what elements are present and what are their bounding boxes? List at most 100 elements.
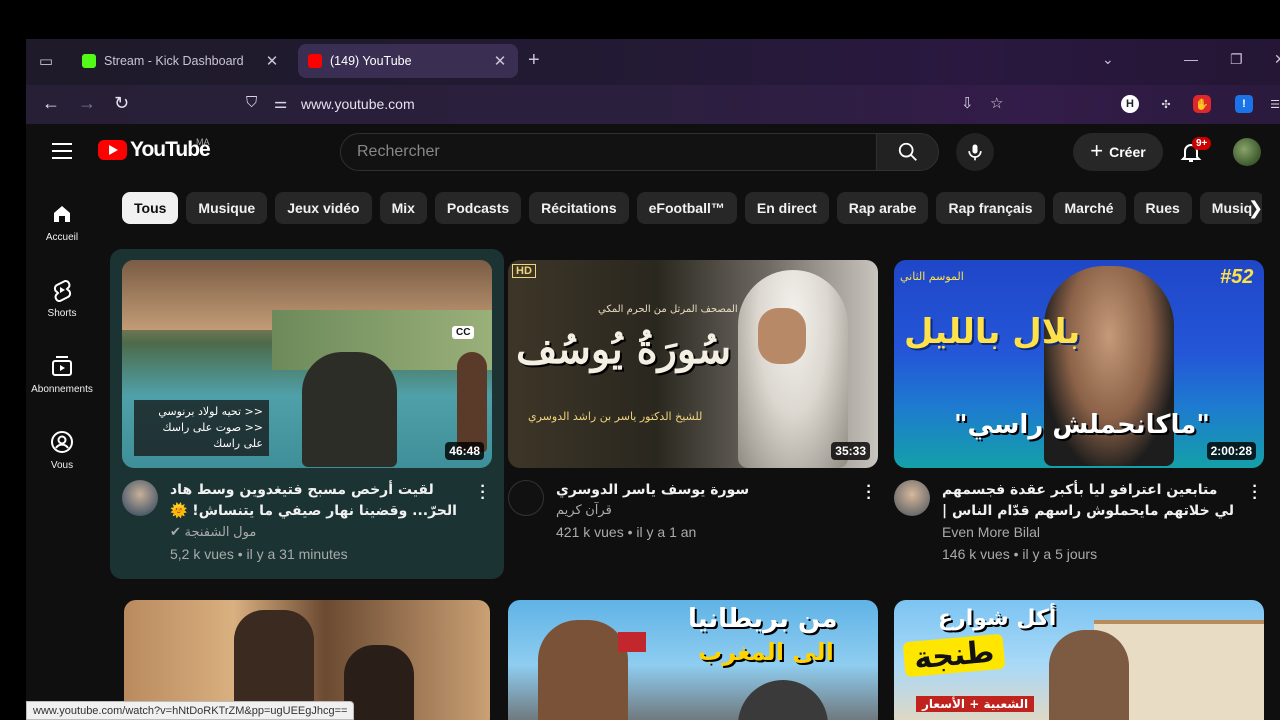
sidebar-item-label: Shorts <box>47 308 77 319</box>
channel-name[interactable]: Even More Bilal <box>942 524 1040 540</box>
create-label: Créer <box>1109 144 1146 160</box>
channel-avatar[interactable] <box>508 480 544 516</box>
video-thumbnail[interactable]: HD المصحف المرتل من الحرم المكي سُورَةُ … <box>508 260 878 468</box>
chip-efootball[interactable]: eFootball™ <box>636 192 737 224</box>
thumb-child <box>457 352 487 452</box>
extensions-puzzle-icon[interactable]: ✣ <box>1157 95 1175 113</box>
thumb-text: الى المغرب <box>698 638 834 666</box>
bookmark-star-icon[interactable]: ☆ <box>990 94 1003 112</box>
sidebar-item-you[interactable]: Vous <box>26 430 98 471</box>
sidebar-item-home[interactable]: Accueil <box>26 202 98 243</box>
thumb-tunnel <box>738 680 828 720</box>
tab-search-icon[interactable]: ▭ <box>36 52 56 72</box>
chip-tous[interactable]: Tous <box>122 192 179 224</box>
sidebar-item-subscriptions[interactable]: Abonnements <box>26 354 98 395</box>
search-box <box>340 133 877 171</box>
video-thumbnail[interactable]: من بريطانيا الى المغرب <box>508 600 878 720</box>
video-meta: لقيت أرخص مسبح فتيغدوين وسط هاد الحرّ...… <box>122 479 492 570</box>
more-actions-icon[interactable]: · · · <box>1252 479 1258 507</box>
chip-rap-francais[interactable]: Rap français <box>936 192 1045 224</box>
back-button[interactable]: ← <box>42 93 60 114</box>
tab-close-icon[interactable]: ✕ <box>264 52 280 70</box>
video-card[interactable]: HD المصحف المرتل من الحرم المكي سُورَةُ … <box>508 260 878 570</box>
chip-rap-arabe[interactable]: Rap arabe <box>836 192 929 224</box>
extension-shield-icon[interactable]: ! <box>1235 95 1253 113</box>
video-thumbnail[interactable]: الموسم الثاني #52 بلال بالليل "ماكانحملش… <box>894 260 1264 468</box>
more-actions-icon[interactable]: · · · <box>866 479 872 507</box>
url-text[interactable]: www.youtube.com <box>301 96 415 112</box>
morocco-flag-icon <box>618 632 646 652</box>
thumb-season: الموسم الثاني <box>900 270 964 283</box>
more-actions-icon[interactable]: · · · <box>480 479 486 507</box>
extension-hand-icon[interactable]: ✋ <box>1193 95 1211 113</box>
chip-marche[interactable]: Marché <box>1052 192 1126 224</box>
youtube-play-icon <box>98 140 127 160</box>
chip-mix[interactable]: Mix <box>379 192 427 224</box>
channel-avatar[interactable] <box>122 480 158 516</box>
create-button[interactable]: + Créer <box>1073 133 1163 171</box>
sidebar-item-label: Abonnements <box>31 384 93 395</box>
link-status-bar: www.youtube.com/watch?v=hNtDoRKTrZM&pp=u… <box>26 701 355 720</box>
channel-name[interactable]: قرآن كريم <box>556 502 612 518</box>
microphone-icon <box>968 144 982 161</box>
sidebar-item-label: Vous <box>50 460 74 471</box>
video-title[interactable]: متابعين اعترافو ليا بأكبر عقدة فجسمهم لي… <box>942 480 1236 522</box>
chips-next-chevron-icon[interactable]: ❯ <box>1248 198 1263 219</box>
extension-h-icon[interactable]: H <box>1121 95 1139 113</box>
search-input[interactable] <box>341 134 876 170</box>
chip-en-direct[interactable]: En direct <box>744 192 829 224</box>
chip-jeux-video[interactable]: Jeux vidéo <box>275 192 372 224</box>
video-thumbnail[interactable]: CC << تحيه لولاد برنوسي << صوت على راسك … <box>122 260 492 468</box>
site-settings-icon[interactable]: ⚌ <box>274 94 287 112</box>
notification-badge: 9+ <box>1192 137 1212 150</box>
channel-avatar[interactable] <box>894 480 930 516</box>
video-title[interactable]: سورة يوسف ياسر الدوسري <box>556 480 850 501</box>
video-card[interactable]: الموسم الثاني #52 بلال بالليل "ماكانحملش… <box>894 260 1264 570</box>
video-meta: سورة يوسف ياسر الدوسري قرآن كريم 421 k v… <box>508 479 878 570</box>
youtube-logo[interactable]: YouTube MA <box>98 137 211 162</box>
thumb-host-figure <box>538 620 628 720</box>
chip-rues[interactable]: Rues <box>1133 192 1192 224</box>
subscriptions-icon <box>52 356 72 376</box>
video-title[interactable]: لقيت أرخص مسبح فتيغدوين وسط هاد الحرّ...… <box>170 480 464 522</box>
tab-list-chevron-icon[interactable]: ⌄ <box>1102 51 1114 68</box>
minimize-button[interactable]: — <box>1184 51 1198 67</box>
sidebar-item-shorts[interactable]: Shorts <box>26 278 98 319</box>
video-stats: 146 k vues • il y a 5 jours <box>942 546 1098 562</box>
forward-button[interactable]: → <box>78 93 96 114</box>
hamburger-menu-icon[interactable] <box>52 143 72 159</box>
thumb-text: الشعبية + الأسعار <box>916 696 1035 712</box>
video-thumbnail[interactable]: أكل شوارع طنجة الشعبية + الأسعار <box>894 600 1264 720</box>
video-duration: 46:48 <box>445 442 484 460</box>
restore-button[interactable]: ❐ <box>1230 51 1243 68</box>
chip-musique[interactable]: Musique <box>186 192 268 224</box>
channel-name[interactable]: ✔ مول الشفنجة <box>170 524 256 540</box>
tab-close-icon[interactable]: ✕ <box>492 52 508 70</box>
thumb-text: من بريطانيا <box>688 604 838 634</box>
tab-kick-dashboard[interactable]: Stream - Kick Dashboard ✕ <box>72 43 290 79</box>
account-avatar[interactable] <box>1233 138 1261 166</box>
video-card[interactable]: CC << تحيه لولاد برنوسي << صوت على راسك … <box>122 260 492 570</box>
caption-line: << تحيه لولاد برنوسي <box>158 405 263 418</box>
search-button[interactable] <box>876 133 939 171</box>
verified-icon: ✔ <box>170 524 185 539</box>
shield-icon[interactable]: ⛉ <box>246 94 257 111</box>
new-tab-button[interactable]: + <box>528 49 540 72</box>
caption-overlay: << تحيه لولاد برنوسي << صوت على راسك على… <box>134 400 269 456</box>
thumb-small-text: المصحف المرتل من الحرم المكي <box>598 304 738 315</box>
thumb-figure <box>344 645 414 720</box>
video-stats: 421 k vues • il y a 1 an <box>556 524 697 540</box>
tab-youtube[interactable]: (149) YouTube ✕ <box>298 44 518 78</box>
screen: ▭ Stream - Kick Dashboard ✕ (149) YouTub… <box>0 0 1280 720</box>
chip-podcasts[interactable]: Podcasts <box>434 192 522 224</box>
thumb-person <box>302 352 397 467</box>
close-window-button[interactable]: ✕ <box>1274 51 1280 68</box>
reload-button[interactable]: ↻ <box>114 93 129 114</box>
browser-menu-icon[interactable]: ☰ <box>1266 95 1280 113</box>
voice-search-button[interactable] <box>956 133 994 171</box>
channel-name-text: مول الشفنجة <box>184 524 257 539</box>
install-app-icon[interactable]: ⇩ <box>961 94 974 112</box>
thumb-sheikh-name: للشيخ الدكتور ياسر بن راشد الدوسري <box>528 410 703 423</box>
chip-recitations[interactable]: Récitations <box>529 192 629 224</box>
home-icon <box>54 206 70 222</box>
